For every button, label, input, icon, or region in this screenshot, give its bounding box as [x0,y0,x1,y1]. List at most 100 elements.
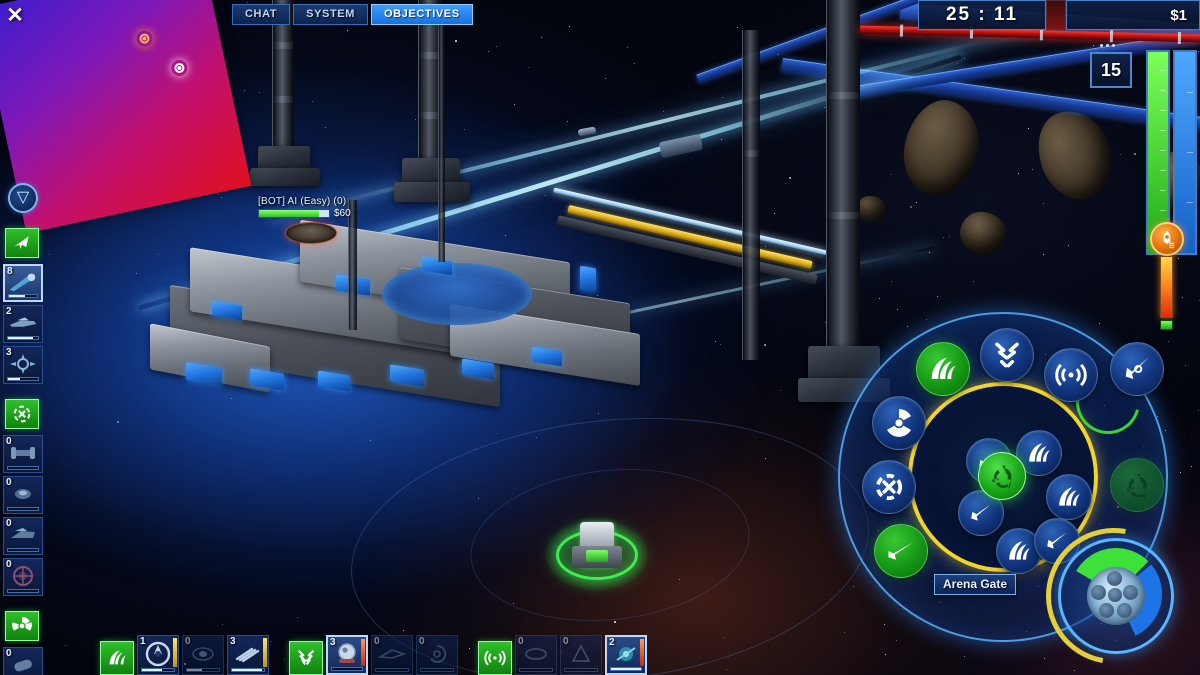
unit-health-bar [258,209,330,218]
sidebar-slot-frigate[interactable]: 0 [3,517,43,555]
crosshair-icon [875,473,903,501]
recycle-icon [1127,473,1147,499]
fighter-icon [1125,357,1149,379]
tower-pylon [348,200,357,330]
radar-icon [484,650,506,666]
radial-waves-button[interactable] [916,342,970,396]
sidebar-ability-target[interactable] [5,399,39,429]
toolbar-slot-cone[interactable]: 0 [560,635,602,675]
chat-tab-bar: CHAT SYSTEM OBJECTIVES [232,4,473,25]
station-ring-aperture [382,263,532,325]
ring-icon [520,641,552,666]
toolbar-slot-count: 3 [230,636,236,647]
booster-gauge [1160,256,1173,318]
toolbar-slot-count: 0 [374,636,380,647]
toolbar-ability-waves[interactable] [100,641,134,675]
wings-icon [376,641,408,666]
toolbar-ability-radar[interactable] [478,641,512,675]
toolbar-slot-progress [519,668,553,672]
radial-recycle-faded-button[interactable] [1110,458,1164,512]
sound-waves-icon [109,650,127,665]
lightning-icon [297,649,315,665]
tab-chat[interactable]: CHAT [232,4,291,25]
tab-objectives[interactable]: OBJECTIVES [370,4,473,25]
enemy-base-marker[interactable] [285,222,337,244]
hud-top-bar: 25 : 11 $1 [918,0,1200,30]
minimap-blip-enemy[interactable] [135,29,154,48]
toolbar-slot-nebula[interactable]: 0 [182,635,224,675]
sidebar-slot-drone[interactable]: 0 [3,476,43,514]
hud-divider [1046,0,1066,30]
toolbar-slot-progress [231,668,265,672]
sound-waves-icon [1059,487,1080,506]
toolbar-slot-swirl[interactable]: 0 [416,635,458,675]
sidebar-slot-progress [7,589,39,593]
sidebar-ability-fighter[interactable] [5,228,39,258]
toolbar-slot-count: 3 [330,637,336,648]
radial-crosshair-button[interactable] [862,460,916,514]
tower-pylon [826,0,860,352]
level-indicator-dots [1100,44,1115,47]
toolbar-slot-orb[interactable]: 3 [326,635,368,675]
sidebar-slot-station[interactable]: 3 [3,346,43,384]
lightning-icon [995,342,1019,368]
sidebar-slot-capsule[interactable]: 0 [3,647,43,675]
toolbar-ability-lightning[interactable] [289,641,323,675]
thruster-glyph [1163,230,1175,249]
radiation-icon [887,409,911,437]
chevron-down-icon[interactable]: ▽ [8,183,38,213]
swirl-icon [421,641,453,666]
sidebar-slot-cruiser[interactable]: 2 [3,305,43,343]
booster-icon[interactable] [1150,222,1184,256]
tower-base [394,182,470,202]
sidebar-slot-progress [7,336,39,340]
toolbar-slot-progress [564,668,598,672]
sidebar-slot-comet[interactable]: 8 [3,264,43,302]
crosshair-icon [13,405,31,423]
sidebar-slot-count: 0 [6,518,12,529]
sidebar-slot-progress [7,507,39,511]
sound-waves-icon [931,357,956,379]
radial-radiation-button[interactable] [872,396,926,450]
minimap-blip-neutral[interactable] [170,58,189,77]
sound-waves-icon [1009,541,1030,560]
toolbar-slot-thruster[interactable]: 1 [137,635,179,675]
toolbar-slot-gate[interactable]: 2 [605,635,647,675]
radial-radar-button[interactable] [1044,348,1098,402]
toolbar-slot-count: 1 [140,636,146,647]
radial-inner-recycle[interactable] [978,452,1026,500]
ship-engine-glow [586,550,608,562]
rocket-icon [971,504,991,521]
radial-fighter-button[interactable] [1110,342,1164,396]
left-sidebar: 8 2 3 0 0 0 0 0 [0,228,46,675]
sidebar-slot-count: 0 [6,436,12,447]
thruster-icon [142,641,174,666]
close-icon[interactable]: ✕ [2,2,28,28]
toolbar-slot-count: 0 [419,636,425,647]
orb-icon [332,642,362,665]
sidebar-ability-radiation[interactable] [5,611,39,641]
toolbar-slot-wings[interactable]: 0 [371,635,413,675]
toolbar-slot-progress [420,668,454,672]
toolbar-slot-stripes[interactable]: 3 [227,635,269,675]
radial-inner-waves-2[interactable] [1046,474,1092,520]
toolbar-slot-ring[interactable]: 0 [515,635,557,675]
radiation-icon [12,616,32,631]
radial-lightning-button[interactable] [980,328,1034,382]
toolbar-slot-progress [331,667,363,671]
radial-launch-button[interactable] [874,524,928,578]
radial-tooltip: Arena Gate [934,574,1017,595]
tab-system[interactable]: SYSTEM [293,4,368,25]
sidebar-slot-count: 0 [6,559,12,570]
toolbar-slot-progress [141,668,175,672]
sidebar-slot-turret[interactable]: 0 [3,435,43,473]
gate-icon [611,642,641,665]
compass-gauge[interactable] [1019,501,1200,675]
player-ship[interactable] [546,512,648,592]
unit-cash: $60 [334,208,351,219]
unit-name: [BOT] AI (Easy) (0) [258,196,347,207]
nebula-icon [187,641,219,666]
toolbar-slot-count: 0 [518,636,524,647]
shield-bar-ticks [1175,52,1195,253]
sidebar-slot-shield[interactable]: 0 [3,558,43,596]
